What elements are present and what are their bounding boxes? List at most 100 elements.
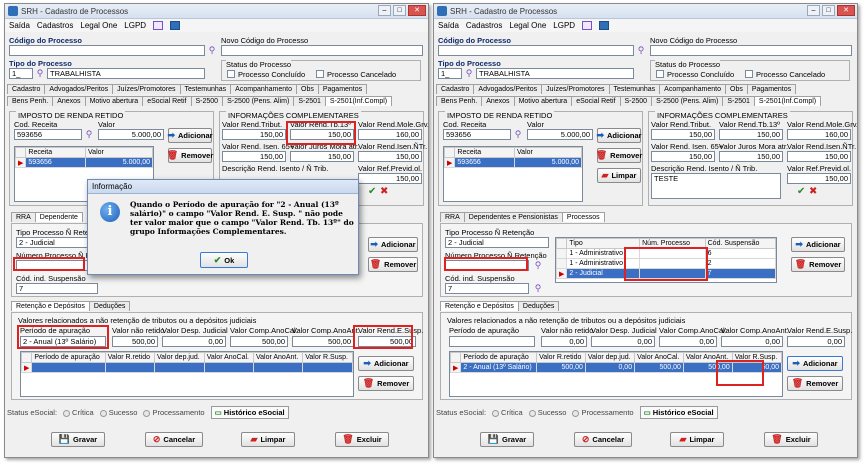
search-icon[interactable]: ⚲ [533,283,543,293]
desc-input[interactable]: TESTE [651,173,781,199]
esocial-icon[interactable] [170,21,181,30]
valor-input[interactable]: 5.000,00 [98,129,164,140]
table-row[interactable]: 1 - Administrativo 2 [556,258,776,269]
tab-pagamentos[interactable]: Pagamentos [317,84,368,94]
gravar-button[interactable]: 💾 Gravar [480,432,534,447]
value-input[interactable]: 0,00 [787,336,845,347]
search-icon[interactable]: ⚲ [84,129,94,139]
maximize-button[interactable]: □ [393,5,406,16]
tab-juizes[interactable]: Juízes/Promotores [112,84,181,94]
retencao-grid[interactable]: Período de apuração Valor R.retido Valor d… [449,351,783,397]
prev-input[interactable]: 150,00 [358,173,422,184]
cancelado-checkbox[interactable] [745,70,753,78]
cod-susp-input[interactable]: 7 [445,283,529,294]
gravar-button[interactable]: 💾 Gravar [51,432,105,447]
menu-cadastros[interactable]: Cadastros [37,21,73,30]
value-input[interactable]: 0,00 [591,336,655,347]
tab-s2500[interactable]: S-2500 [190,96,224,106]
concluido-checkbox[interactable] [656,70,664,78]
tab-bens[interactable]: Bens Penh. [436,96,483,106]
tab-s2500[interactable]: S-2500 [619,96,653,106]
cod-receita-input[interactable]: 593656 [14,129,82,140]
tab-motivo[interactable]: Motivo abertura [513,96,573,106]
isentr-input[interactable]: 150,00 [358,151,422,162]
add-processo-button[interactable]: ➡ Adicionar [368,237,418,252]
add-receita-button[interactable]: ➡ Adicionar [167,128,213,143]
limpar-button[interactable]: ▰ Limpar [241,432,295,447]
table-row[interactable]: 1 - Administrativo 6 [556,248,776,259]
menu-legal-one[interactable]: Legal One [80,21,117,30]
tab-anexos[interactable]: Anexos [52,96,86,106]
novo-codigo-input[interactable] [221,45,423,56]
value-input[interactable]: 0,00 [721,336,783,347]
search-icon[interactable]: ⚲ [636,45,646,55]
menu-saida[interactable]: Saída [9,21,30,30]
tab-acompanhamento[interactable]: Acompanhamento [230,84,297,94]
menu-lgpd[interactable]: LGPD [553,21,575,30]
tab-s2501[interactable]: S-2501 [722,96,755,106]
rend-mole-input[interactable]: 160,00 [358,129,422,140]
menu-legal-one[interactable]: Legal One [509,21,546,30]
tab-cadastro[interactable]: Cadastro [7,84,46,94]
tab-juizes[interactable]: Juízes/Promotores [541,84,610,94]
processos-grid[interactable]: Tipo Núm. Processo Cód. Suspensão 1 - Admi… [555,237,777,283]
value-input[interactable]: 0,00 [541,336,587,347]
excluir-button[interactable]: 🗑 Excluir [764,432,818,447]
add-retencao-button[interactable]: ➡ Adicionar [787,356,843,371]
tab-processos[interactable]: Processos [561,212,605,222]
tab-retencao[interactable]: Retenção e Depósitos [440,301,519,311]
tab-testemunhas[interactable]: Testemunhas [608,84,661,94]
juros-input[interactable]: 150,00 [290,151,354,162]
minimize-button[interactable]: – [378,5,391,16]
tab-esocial-retif[interactable]: eSocial Retif [571,96,621,106]
rend-tb13-input[interactable]: 150,00 [290,129,354,140]
novo-codigo-input[interactable] [650,45,852,56]
isentr-input[interactable]: 150,00 [787,151,851,162]
numero-proc-input[interactable] [445,260,529,271]
value-input[interactable]: 0,00 [659,336,717,347]
periodo-select[interactable]: 2 - Anual (13º Salário) [20,336,106,347]
tab-s2501-inf[interactable]: S-2501(Inf.Compl) [324,96,393,106]
periodo-select[interactable] [449,336,535,347]
tab-anexos[interactable]: Anexos [481,96,515,106]
table-row[interactable]: ▶ 2 - Anual (13º Salário) 500,00 0,00 500,00… [450,362,782,373]
tab-obs[interactable]: Obs [296,84,319,94]
remove-receita-button[interactable]: 🗑 Remover [167,148,213,163]
rend-tribut-input[interactable]: 150,00 [222,129,286,140]
tab-esocial-retif[interactable]: eSocial Retif [142,96,192,106]
tab-retencao[interactable]: Retenção e Depósitos [11,301,90,311]
cancel-icon[interactable]: ✖ [380,186,388,197]
tab-advogados[interactable]: Advogados/Peritos [473,84,543,94]
historico-esocial-button[interactable]: ▭ Histórico eSocial [210,406,289,419]
remove-retencao-button[interactable]: 🗑 Remover [358,376,414,391]
table-row[interactable]: ▶ [21,362,353,373]
cancel-icon[interactable]: ✖ [809,186,817,197]
valor-input[interactable]: 5.000,00 [527,129,593,140]
value-input[interactable]: 500,00 [292,336,354,347]
add-receita-button[interactable]: ➡ Adicionar [596,128,642,143]
search-icon[interactable]: ⚲ [513,129,523,139]
value-input[interactable]: 0,00 [162,336,226,347]
search-icon[interactable]: ⚲ [533,260,543,270]
tab-s2500-pens[interactable]: S-2500 (Pens. Alim) [222,96,295,106]
rend-mole-input[interactable]: 160,00 [787,129,851,140]
rend-tribut-input[interactable]: 150,00 [651,129,715,140]
lgpd-icon[interactable] [582,21,593,30]
tab-pagamentos[interactable]: Pagamentos [746,84,797,94]
codigo-input[interactable] [9,45,205,56]
tab-acompanhamento[interactable]: Acompanhamento [659,84,726,94]
tab-obs[interactable]: Obs [725,84,748,94]
tab-deducoes[interactable]: Deduções [517,301,560,311]
table-row[interactable]: ▶ 593656 5.000,00 [444,157,582,168]
retencao-grid[interactable]: Período de apuração Valor R.retido Valor d… [20,351,354,397]
menu-saida[interactable]: Saída [438,21,459,30]
tab-motivo[interactable]: Motivo abertura [84,96,144,106]
remove-processo-button[interactable]: 🗑 Remover [368,257,418,272]
tab-s2501[interactable]: S-2501 [293,96,326,106]
tab-cadastro[interactable]: Cadastro [436,84,475,94]
receita-grid[interactable]: Receita Valor ▶ 593656 5.000,00 [443,146,583,202]
tab-deducoes[interactable]: Deduções [88,301,131,311]
search-icon[interactable]: ⚲ [35,68,45,78]
juros-input[interactable]: 150,00 [719,151,783,162]
isen65-input[interactable]: 150,00 [222,151,286,162]
